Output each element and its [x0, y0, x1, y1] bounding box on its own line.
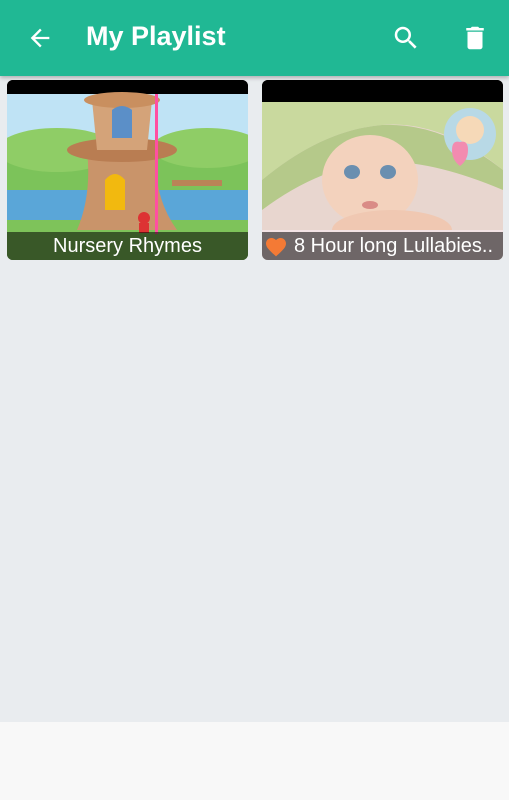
- bottom-area: [0, 722, 509, 800]
- app-bar: My Playlist: [0, 0, 509, 76]
- playlist-title: Nursery Rhymes: [7, 232, 248, 260]
- playlist-title-row: 8 Hour long Lullabies..: [262, 232, 503, 260]
- delete-button[interactable]: [453, 16, 497, 60]
- arrow-back-icon: [30, 28, 50, 48]
- playlist-card-nursery-rhymes[interactable]: Nursery Rhymes: [7, 80, 248, 260]
- search-button[interactable]: [384, 16, 428, 60]
- page-title: My Playlist: [86, 21, 226, 51]
- search-icon: [394, 26, 417, 49]
- heart-icon: [266, 238, 286, 257]
- playlist-title: 8 Hour long Lullabies..: [294, 235, 494, 257]
- trash-icon: [466, 26, 484, 50]
- playlist-card-lullabies[interactable]: 8 Hour long Lullabies..: [262, 80, 503, 260]
- back-button[interactable]: [18, 16, 62, 60]
